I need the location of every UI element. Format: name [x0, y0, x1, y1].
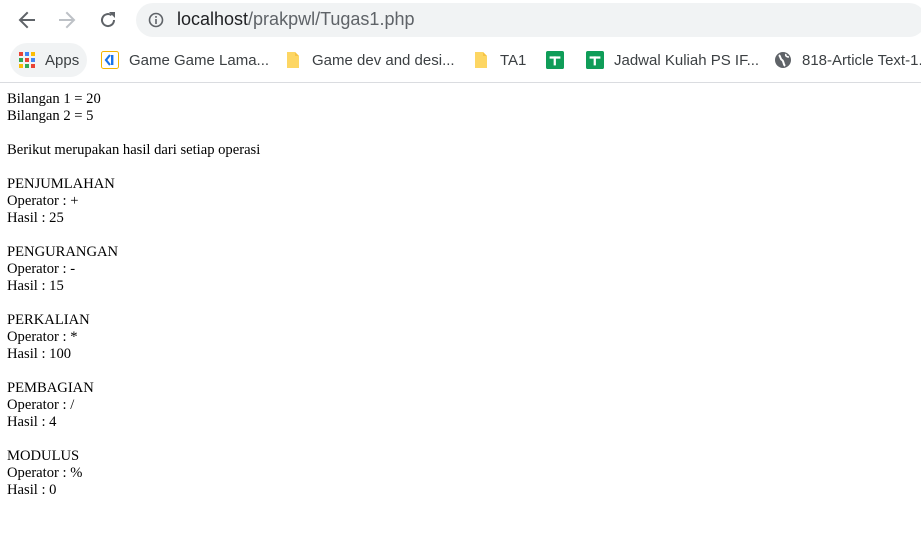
url-path: /prakpwl/Tugas1.php [248, 9, 415, 29]
address-bar[interactable]: localhost/prakpwl/Tugas1.php [136, 3, 921, 37]
info-icon[interactable] [148, 12, 164, 28]
apps-grid-icon [18, 51, 36, 69]
folder-icon [284, 51, 302, 69]
page-content: Bilangan 1 = 20 Bilangan 2 = 5 Berikut m… [7, 91, 260, 499]
bookmark-label: Jadwal Kuliah PS IF... [614, 51, 760, 69]
arrow-right-icon [59, 11, 76, 29]
bookmark-apps[interactable]: Apps [10, 43, 88, 77]
operation-name: PENGURANGAN [7, 244, 119, 260]
operation-operator: Operator : - [7, 261, 76, 277]
bookmark-jadwal-kuliah[interactable]: Jadwal Kuliah PS IF... [586, 43, 759, 77]
bookmark-label: Apps [45, 51, 80, 69]
bookmark-label: Game Game Lama... [129, 51, 270, 69]
operation-result: Hasil : 0 [7, 482, 57, 498]
k-logo-icon [101, 51, 119, 69]
operation-operator: Operator : / [7, 397, 75, 413]
arrow-left-icon [18, 11, 35, 29]
operation-operator: Operator : * [7, 329, 78, 345]
folder-icon [472, 51, 490, 69]
operation-result: Hasil : 100 [7, 346, 72, 362]
url-text[interactable]: localhost/prakpwl/Tugas1.php [177, 9, 414, 30]
operation-name: PERKALIAN [7, 312, 90, 328]
bookmarks-bar: Apps Game Game Lama... Game dev and desi… [0, 40, 921, 83]
operation-result: Hasil : 4 [7, 414, 57, 430]
bookmark-sheets[interactable] [546, 43, 574, 77]
bookmark-label: Game dev and desi... [312, 51, 455, 69]
globe-icon [774, 51, 792, 69]
operation-name: MODULUS [7, 448, 80, 464]
operation-result: Hasil : 25 [7, 210, 64, 226]
bookmark-label: TA1 [500, 51, 527, 69]
operation-result: Hasil : 15 [7, 278, 64, 294]
reload-button[interactable] [96, 8, 120, 32]
sheets-green-icon [586, 51, 604, 69]
bilangan-2-text: Bilangan 2 = 5 [7, 108, 94, 124]
browser-toolbar: localhost/prakpwl/Tugas1.php [0, 0, 921, 40]
bookmark-game-dev[interactable]: Game dev and desi... [284, 43, 455, 77]
sheets-green-icon [546, 51, 564, 69]
bookmark-ta1[interactable]: TA1 [472, 43, 526, 77]
bookmark-818-article[interactable]: 818-Article Text-1... [774, 43, 921, 77]
intro-text: Berikut merupakan hasil dari setiap oper… [7, 142, 261, 158]
forward-button[interactable] [55, 8, 79, 32]
back-button[interactable] [15, 8, 39, 32]
operation-name: PEMBAGIAN [7, 380, 94, 396]
operation-operator: Operator : % [7, 465, 83, 481]
reload-icon [101, 12, 116, 28]
bilangan-1-text: Bilangan 1 = 20 [7, 91, 101, 107]
bookmark-label: 818-Article Text-1... [802, 51, 921, 69]
operation-operator: Operator : + [7, 193, 79, 209]
operation-name: PENJUMLAHAN [7, 176, 115, 192]
bookmark-game-game-lama[interactable]: Game Game Lama... [101, 43, 269, 77]
url-host: localhost [177, 9, 249, 29]
